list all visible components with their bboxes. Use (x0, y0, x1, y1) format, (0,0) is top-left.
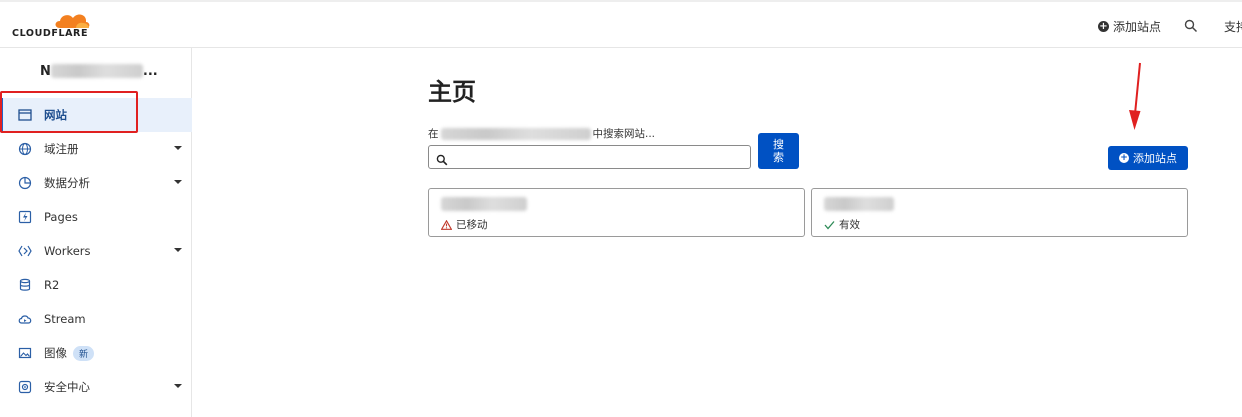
site-status-label: 已移动 (456, 219, 488, 231)
account-switcher[interactable]: N ... (40, 62, 158, 80)
search-label: 在 中搜索网站... (428, 126, 655, 141)
plus-circle-icon: + (1098, 21, 1109, 32)
annotation-arrow (1129, 62, 1141, 130)
search-label-prefix: 在 (428, 128, 439, 140)
sidebar-item-images[interactable]: 图像 新 (0, 336, 192, 370)
security-icon (18, 380, 32, 394)
cloudflare-logo[interactable]: CLOUDFLARE (12, 10, 94, 44)
site-status-label: 有效 (839, 219, 860, 231)
pie-chart-icon (18, 176, 32, 190)
sidebar-item-label: Workers (44, 244, 91, 258)
redacted-domain-name (824, 197, 894, 211)
site-card[interactable]: 已移动 (428, 188, 805, 237)
add-site-button[interactable]: + 添加站点 (1108, 146, 1188, 170)
chevron-down-icon (174, 384, 182, 388)
search-icon (436, 151, 448, 170)
redacted-account-name (440, 127, 591, 140)
lightning-icon (18, 210, 32, 224)
sidebar-item-r2[interactable]: R2 (0, 268, 192, 302)
redacted-account-name (50, 64, 143, 78)
search-label-suffix: 中搜索网站... (592, 128, 656, 140)
sidebar-item-label: 网站 (44, 108, 67, 122)
plus-circle-icon: + (1119, 153, 1129, 163)
sidebar-item-label: 图像 (44, 346, 67, 360)
search-button[interactable]: 搜索 (758, 133, 799, 169)
sidebar-item-label: 安全中心 (44, 380, 90, 394)
site-search-input[interactable] (453, 148, 747, 168)
site-status: 有效 (824, 217, 860, 232)
account-initial: N (40, 63, 51, 79)
warning-triangle-icon (441, 219, 452, 230)
workers-diamond-icon (18, 244, 32, 258)
sidebar-item-label: Pages (44, 210, 78, 224)
checkmark-icon (824, 220, 835, 229)
search-icon[interactable] (1184, 18, 1198, 33)
cloud-play-icon (18, 312, 32, 326)
globe-icon (18, 142, 32, 156)
sidebar-item-stream[interactable]: Stream (0, 302, 192, 336)
redacted-domain-name (441, 197, 527, 211)
cloud-logo-icon (55, 14, 90, 28)
image-icon (18, 346, 32, 360)
top-bar: CLOUDFLARE + 添加站点 支持 (0, 0, 1242, 48)
account-ellipsis: ... (142, 63, 158, 79)
chevron-down-icon (174, 248, 182, 252)
logo-wordmark: CLOUDFLARE (12, 28, 89, 39)
page-title: 主页 (428, 78, 476, 106)
sidebar-item-security-center[interactable]: 安全中心 (0, 370, 192, 404)
top-add-site-label: 添加站点 (1113, 20, 1162, 34)
sidebar: N ... 网站 域注册 数据分析 Pages Workers R2 Strea… (0, 48, 192, 417)
chevron-down-icon (174, 146, 182, 150)
database-icon (18, 278, 32, 292)
sidebar-item-label: R2 (44, 278, 60, 292)
sidebar-item-analytics[interactable]: 数据分析 (0, 166, 192, 200)
sidebar-item-pages[interactable]: Pages (0, 200, 192, 234)
top-add-site-button[interactable]: + 添加站点 (1098, 18, 1161, 35)
browser-window-icon (18, 108, 32, 122)
sidebar-item-domain-registration[interactable]: 域注册 (0, 132, 192, 166)
sidebar-item-websites[interactable]: 网站 (0, 98, 192, 132)
support-menu[interactable]: 支持 (1224, 18, 1242, 35)
sidebar-item-workers[interactable]: Workers (0, 234, 192, 268)
sidebar-item-label: 数据分析 (44, 176, 90, 190)
site-card[interactable]: 有效 (811, 188, 1188, 237)
sidebar-item-label: 域注册 (44, 142, 79, 156)
sidebar-item-label: Stream (44, 312, 86, 326)
add-site-label: 添加站点 (1133, 152, 1177, 165)
site-search-field[interactable] (428, 145, 751, 169)
new-badge: 新 (73, 345, 95, 361)
site-status: 已移动 (441, 217, 488, 232)
chevron-down-icon (174, 180, 182, 184)
